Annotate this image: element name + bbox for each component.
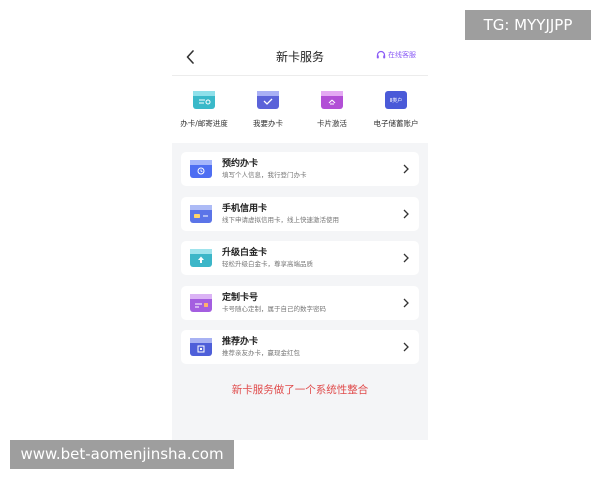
quick-action-apply[interactable]: 我要办卡 bbox=[236, 91, 300, 129]
quick-action-label: 电子储蓄账户 bbox=[373, 119, 419, 128]
quick-action-label: 办卡/邮寄进度 bbox=[180, 119, 228, 128]
top-area: 新卡服务 在线客服 办卡/邮寄进度 我要办卡 卡片激活 Ⅱ类户 电子储蓄账户 bbox=[172, 38, 428, 143]
headset-icon bbox=[376, 50, 386, 59]
quick-action-activate[interactable]: 卡片激活 bbox=[300, 91, 364, 129]
activate-card-icon bbox=[321, 91, 343, 109]
platinum-upgrade-icon bbox=[190, 249, 212, 267]
progress-card-icon bbox=[193, 91, 215, 109]
savings-account-icon: Ⅱ类户 bbox=[385, 91, 407, 109]
card-text: 定制卡号 卡号随心定制，属于自己的数字密码 bbox=[222, 292, 419, 314]
appointment-card-icon bbox=[190, 160, 212, 178]
card-subtitle: 推荐亲友办卡，赢现金红包 bbox=[222, 349, 300, 357]
quick-action-progress[interactable]: 办卡/邮寄进度 bbox=[172, 91, 236, 129]
phone-screen: 新卡服务 在线客服 办卡/邮寄进度 我要办卡 卡片激活 Ⅱ类户 电子储蓄账户 预… bbox=[172, 38, 428, 440]
online-service-button[interactable]: 在线客服 bbox=[376, 50, 416, 60]
service-list: 预约办卡 填写个人信息，我行登门办卡 手机信用卡 线下申请虚拟信用卡，线上快速激… bbox=[172, 143, 428, 364]
card-text: 手机信用卡 线下申请虚拟信用卡，线上快速激活使用 bbox=[222, 203, 419, 225]
apply-card-icon bbox=[257, 91, 279, 109]
referral-card-icon bbox=[190, 338, 212, 356]
chevron-right-icon bbox=[403, 253, 409, 263]
savings-badge: Ⅱ类户 bbox=[389, 97, 403, 104]
card-text: 推荐办卡 推荐亲友办卡，赢现金红包 bbox=[222, 336, 419, 358]
card-subtitle: 填写个人信息，我行登门办卡 bbox=[222, 171, 307, 179]
card-subtitle: 线下申请虚拟信用卡，线上快速激活使用 bbox=[222, 215, 339, 224]
card-title: 定制卡号 bbox=[222, 292, 259, 303]
url-watermark: www.bet-aomenjinsha.com bbox=[10, 440, 234, 469]
card-text: 升级白金卡 轻松升级白金卡，尊享高端品质 bbox=[222, 247, 419, 269]
service-card-appointment[interactable]: 预约办卡 填写个人信息，我行登门办卡 bbox=[181, 152, 419, 186]
quick-action-label: 卡片激活 bbox=[317, 119, 347, 128]
online-service-label: 在线客服 bbox=[388, 51, 416, 59]
service-card-mobile-credit[interactable]: 手机信用卡 线下申请虚拟信用卡，线上快速激活使用 bbox=[181, 196, 419, 231]
service-card-platinum[interactable]: 升级白金卡 轻松升级白金卡，尊享高端品质 bbox=[181, 241, 419, 275]
service-card-custom-number[interactable]: 定制卡号 卡号随心定制，属于自己的数字密码 bbox=[181, 285, 419, 320]
card-subtitle: 轻松升级白金卡，尊享高端品质 bbox=[222, 260, 313, 268]
chevron-right-icon bbox=[403, 164, 409, 174]
mobile-credit-card-icon bbox=[190, 204, 212, 223]
custom-number-icon bbox=[190, 293, 212, 312]
card-title: 预约办卡 bbox=[222, 159, 259, 169]
chevron-right-icon bbox=[403, 298, 409, 307]
card-subtitle: 卡号随心定制，属于自己的数字密码 bbox=[222, 304, 326, 313]
chevron-right-icon bbox=[403, 209, 409, 218]
card-text: 预约办卡 填写个人信息，我行登门办卡 bbox=[222, 158, 419, 180]
quick-actions: 办卡/邮寄进度 我要办卡 卡片激活 Ⅱ类户 电子储蓄账户 bbox=[172, 76, 428, 129]
card-title: 手机信用卡 bbox=[222, 203, 268, 214]
service-card-referral[interactable]: 推荐办卡 推荐亲友办卡，赢现金红包 bbox=[181, 330, 419, 364]
navbar: 新卡服务 在线客服 bbox=[172, 38, 428, 76]
quick-action-label: 我要办卡 bbox=[253, 119, 283, 128]
chevron-right-icon bbox=[403, 342, 409, 352]
card-title: 推荐办卡 bbox=[222, 337, 259, 347]
card-title: 升级白金卡 bbox=[222, 248, 268, 258]
tg-watermark: TG: MYYJJPP bbox=[465, 10, 591, 40]
footer-note: 新卡服务做了一个系统性整合 bbox=[231, 384, 369, 396]
quick-action-savings[interactable]: Ⅱ类户 电子储蓄账户 bbox=[364, 91, 428, 129]
